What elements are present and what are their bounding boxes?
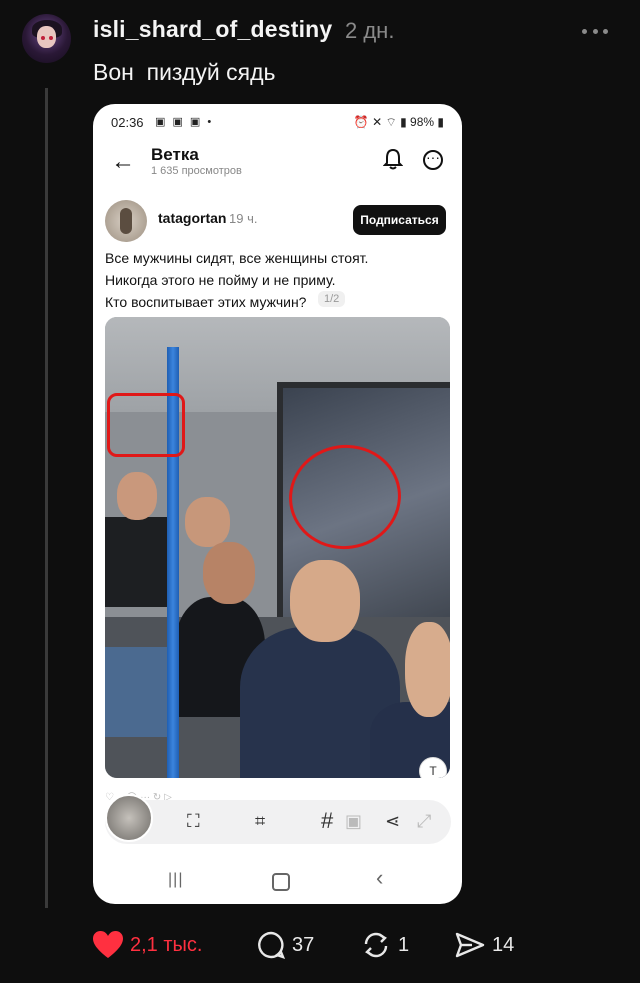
share-count: 14 bbox=[492, 933, 515, 956]
expand-icon[interactable]: ⤢ bbox=[417, 811, 431, 832]
home-icon[interactable] bbox=[272, 873, 290, 891]
status-time: 02:36 bbox=[111, 115, 144, 130]
status-bar: 02:36 ▣ ▣ ▣ • ⏰ ✕ ⌔ ▮ 98% ▮ bbox=[93, 104, 462, 140]
action-bar: 2,1 тыс. 37 1 14 bbox=[92, 930, 612, 966]
comment-button[interactable]: 37 bbox=[256, 930, 314, 960]
username[interactable]: isli_shard_of_destiny bbox=[93, 16, 332, 43]
image-icon[interactable]: ▣ bbox=[345, 811, 362, 832]
more-options-icon[interactable] bbox=[582, 29, 608, 34]
crop-edit-icon[interactable]: ⌗ bbox=[255, 811, 265, 832]
author-time: 19 ч. bbox=[229, 211, 258, 226]
battery-level: 98% bbox=[410, 115, 435, 129]
screenshot-thumbnail[interactable] bbox=[105, 794, 153, 842]
status-right: ⏰ ✕ ⌔ ▮ 98% ▮ bbox=[354, 115, 444, 130]
comment-bubble-icon bbox=[258, 931, 286, 959]
share-button[interactable]: 14 bbox=[454, 930, 514, 960]
repost-count: 1 bbox=[398, 933, 410, 956]
thread-line bbox=[45, 88, 48, 908]
red-highlight-box bbox=[107, 393, 185, 457]
share-icon[interactable]: ⋖ bbox=[385, 811, 400, 832]
inner-post-line: Все мужчины сидят, все женщины стоят. bbox=[105, 250, 369, 266]
comment-count: 37 bbox=[292, 933, 315, 956]
post-text: Вон пиздуй сядь bbox=[93, 59, 276, 85]
like-count: 2,1 тыс. bbox=[130, 933, 203, 956]
repost-button[interactable]: 1 bbox=[360, 930, 409, 960]
bell-icon[interactable] bbox=[383, 148, 403, 170]
avatar-eye bbox=[41, 36, 45, 40]
follow-button[interactable]: Подписаться bbox=[353, 205, 446, 235]
passenger bbox=[105, 517, 175, 607]
author-avatar[interactable] bbox=[105, 200, 147, 242]
passenger bbox=[117, 472, 157, 520]
passenger bbox=[405, 622, 450, 717]
user-avatar[interactable] bbox=[22, 14, 71, 63]
android-navbar: ||| ‹ bbox=[93, 859, 462, 904]
view-count: 1 635 просмотров bbox=[151, 165, 242, 177]
text-extract-icon[interactable]: T bbox=[419, 757, 447, 778]
back-chevron-icon[interactable]: ‹ bbox=[376, 865, 383, 891]
hashtag-icon[interactable]: # bbox=[321, 808, 333, 834]
post-timestamp: 2 дн. bbox=[345, 18, 395, 43]
passenger bbox=[290, 560, 360, 642]
more-circle-icon[interactable]: ··· bbox=[423, 150, 443, 170]
signal-icons: ⏰ ✕ ⌔ ▮ bbox=[353, 115, 411, 129]
passenger bbox=[203, 542, 255, 604]
passenger bbox=[105, 647, 175, 737]
inner-post-line: Кто воспитывает этих мужчин? bbox=[105, 294, 307, 310]
back-arrow-icon[interactable]: ← bbox=[111, 148, 135, 176]
avatar-face bbox=[37, 26, 56, 48]
author-name[interactable]: tatagortan bbox=[158, 210, 226, 226]
attached-screenshot[interactable]: 02:36 ▣ ▣ ▣ • ⏰ ✕ ⌔ ▮ 98% ▮ ← Ветка 1 63… bbox=[93, 104, 462, 904]
status-notification-icons: ▣ ▣ ▣ • bbox=[155, 116, 214, 128]
like-button[interactable]: 2,1 тыс. bbox=[92, 930, 202, 960]
inner-post-line: Никогда этого не пойму и не приму. bbox=[105, 272, 336, 288]
battery-icon: ▮ bbox=[437, 115, 444, 129]
avatar-eye bbox=[49, 36, 53, 40]
scan-icon[interactable]: ⛶ bbox=[187, 811, 200, 832]
heart-icon bbox=[93, 931, 123, 958]
edit-toolbar: ⛶ ⌗ # ▣ ⋖ ⤢ bbox=[105, 794, 451, 844]
subway-photo[interactable]: T bbox=[105, 317, 450, 778]
repost-icon bbox=[364, 932, 388, 958]
recent-apps-icon[interactable]: ||| bbox=[168, 871, 183, 889]
page-indicator: 1/2 bbox=[318, 291, 346, 307]
screen-title: Ветка bbox=[151, 145, 199, 164]
passenger bbox=[185, 497, 230, 547]
send-icon bbox=[455, 932, 485, 958]
